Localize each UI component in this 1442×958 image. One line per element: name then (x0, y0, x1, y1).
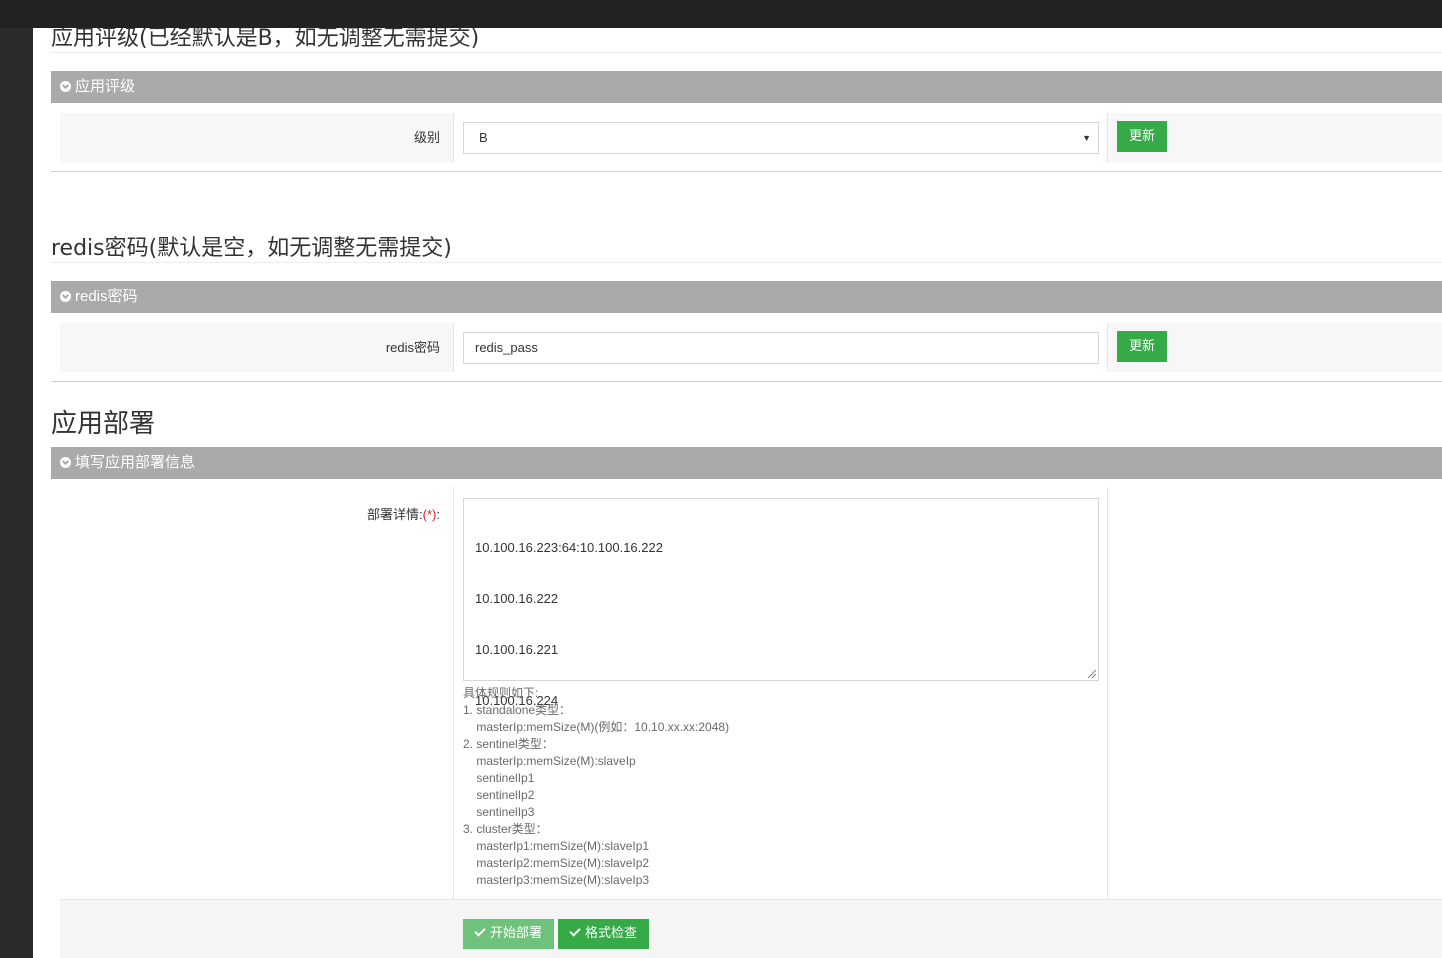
textarea-line: 10.100.16.222 (475, 591, 559, 606)
left-sidebar (0, 28, 33, 958)
resize-handle-icon[interactable] (1088, 670, 1096, 678)
rating-select[interactable]: B ▼ (463, 122, 1099, 154)
rating-select-value: B (479, 130, 488, 145)
deploy-panel-title: 填写应用部署信息 (75, 454, 196, 471)
deploy-label-text: 部署详情: (367, 507, 423, 522)
help-line: masterIp3:memSize(M):slaveIp3 (463, 873, 650, 887)
help-line: 3. cluster类型： (463, 822, 548, 836)
caret-down-icon: ▼ (1082, 133, 1091, 143)
deploy-label: 部署详情:(*): (60, 504, 453, 523)
rating-button-cell: 更新 (1117, 121, 1168, 152)
chevron-down-icon[interactable] (60, 80, 71, 92)
page-content: 应用评级(已经默认是B，如无调整无需提交) 应用评级 级别 B ▼ 更新 red… (51, 28, 1442, 958)
rating-section-title: 应用评级(已经默认是B，如无调整无需提交) (51, 28, 480, 51)
textarea-line: 10.100.16.221 (475, 642, 559, 657)
rating-update-button[interactable]: 更新 (1117, 121, 1168, 152)
deploy-details-textarea[interactable]: 10.100.16.223:64:10.100.16.222 10.100.16… (463, 498, 1099, 708)
section-divider (51, 381, 1442, 382)
title-rule (51, 262, 1442, 263)
redis-password-input[interactable]: redis_pass (463, 332, 1099, 364)
help-line: sentinelIp2 (463, 788, 535, 802)
chevron-down-icon[interactable] (60, 456, 71, 468)
redis-label: redis密码 (385, 340, 440, 355)
deploy-panel-header[interactable]: 填写应用部署信息 (51, 447, 1442, 479)
redis-button-cell: 更新 (1117, 331, 1168, 362)
redis-field-cell: redis_pass (453, 323, 1108, 372)
help-line: 1. standalone类型： (463, 703, 572, 717)
check-icon (474, 925, 486, 937)
help-line: masterIp:memSize(M)(例如：10.10.xx.xx:2048) (463, 720, 730, 734)
start-deploy-button[interactable]: 开始部署 (463, 919, 555, 949)
title-rule (51, 52, 1442, 53)
format-check-label: 格式检查 (585, 926, 638, 941)
start-deploy-label: 开始部署 (490, 926, 543, 941)
check-icon (569, 925, 581, 937)
rating-panel-header[interactable]: 应用评级 (51, 71, 1442, 103)
deploy-help-text: 具体规则如下: 1. standalone类型： masterIp:memSiz… (463, 685, 729, 889)
rating-panel-title: 应用评级 (75, 78, 136, 95)
help-line: sentinelIp1 (463, 771, 535, 785)
rating-field-cell: B ▼ (453, 113, 1108, 162)
rating-label: 级别 (413, 130, 440, 145)
textarea-line: 10.100.16.223:64:10.100.16.222 (475, 540, 663, 555)
redis-panel-title: redis密码 (75, 288, 138, 305)
top-navbar (0, 0, 1442, 28)
section-divider (51, 171, 1442, 172)
help-line: masterIp2:memSize(M):slaveIp2 (463, 856, 650, 870)
form-actions-bar: 开始部署 格式检查 (60, 899, 1442, 958)
redis-update-button[interactable]: 更新 (1117, 331, 1168, 362)
help-line: 具体规则如下: (463, 686, 539, 700)
redis-form-row: redis密码 redis_pass 更新 (60, 323, 1442, 372)
help-line: 2. sentinel类型： (463, 737, 554, 751)
help-line: masterIp1:memSize(M):slaveIp1 (463, 839, 650, 853)
format-check-button[interactable]: 格式检查 (558, 919, 650, 949)
redis-panel-header[interactable]: redis密码 (51, 281, 1442, 313)
help-line: masterIp:memSize(M):slaveIp (463, 754, 636, 768)
help-line: sentinelIp3 (463, 805, 535, 819)
required-mark: (*) (422, 507, 437, 522)
deploy-label-suffix: : (436, 507, 440, 522)
redis-section-title: redis密码(默认是空，如无调整无需提交) (51, 236, 452, 261)
deploy-section-title: 应用部署 (51, 409, 156, 439)
chevron-down-icon[interactable] (60, 290, 71, 302)
rating-form-row: 级别 B ▼ 更新 (60, 113, 1442, 162)
